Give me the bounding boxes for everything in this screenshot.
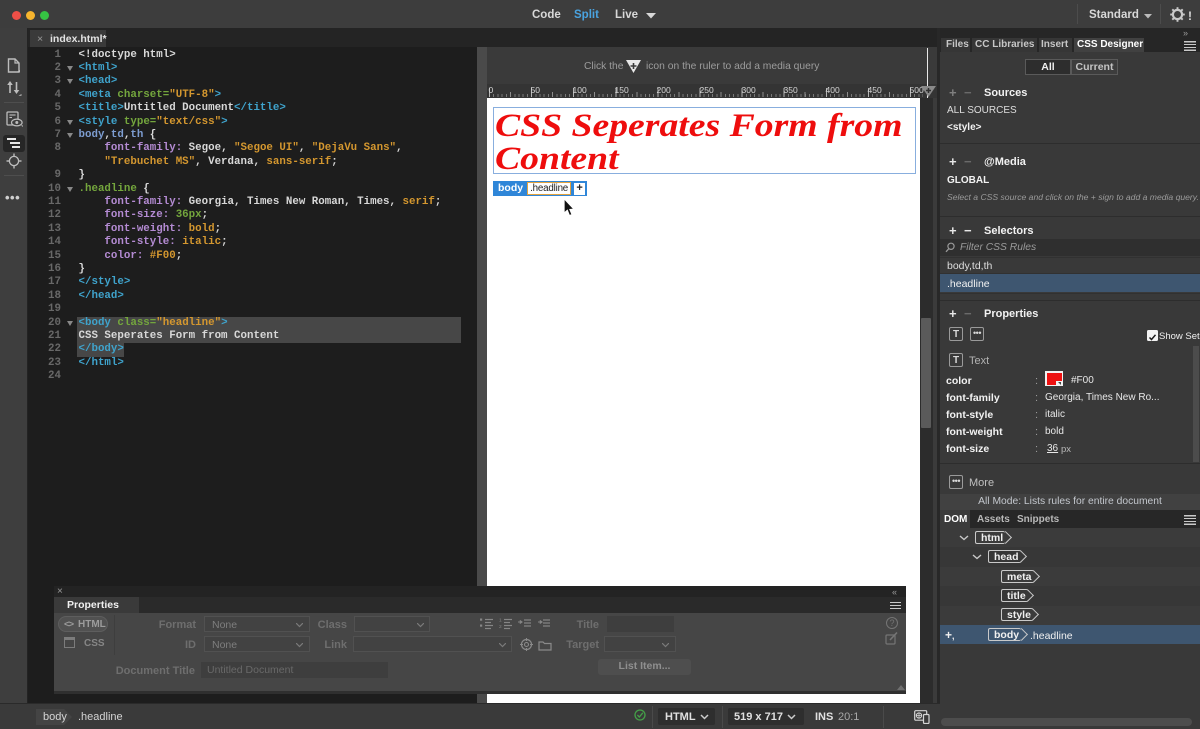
svg-text:2: 2 (499, 624, 502, 630)
svg-text:1: 1 (499, 618, 502, 624)
